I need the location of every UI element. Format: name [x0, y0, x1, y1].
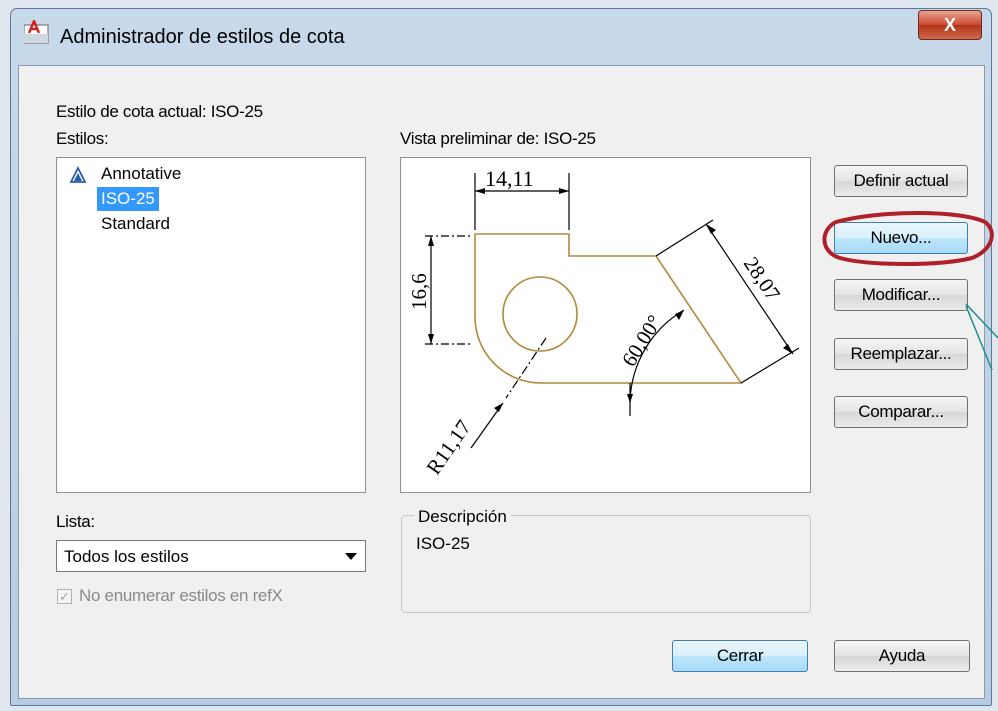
annotative-icon	[69, 166, 87, 183]
new-button[interactable]: Nuevo...	[834, 222, 968, 254]
current-style-label: Estilo de cota actual: ISO-25	[56, 102, 263, 121]
dim-angle-text: 60,00°	[617, 311, 667, 371]
list-filter-label: Lista:	[56, 512, 95, 531]
preview-panel: 14,11 16,6 28,07 60,00° R11,17	[400, 157, 811, 493]
set-current-button[interactable]: Definir actual	[834, 165, 968, 197]
dim-top-text: 14,11	[485, 166, 534, 191]
dim-radius-text: R11,17	[421, 416, 475, 479]
styles-listbox[interactable]: Annotative ISO-25 Standard	[56, 157, 366, 493]
exclude-xref-label: No enumerar estilos en refX	[79, 586, 283, 605]
help-button[interactable]: Ayuda	[834, 640, 970, 672]
dim-right-text: 28,07	[739, 252, 785, 305]
close-button[interactable]: Cerrar	[672, 640, 808, 672]
dimension-preview-drawing: 14,11 16,6 28,07 60,00° R11,17	[407, 166, 800, 479]
modify-button[interactable]: Modificar...	[834, 279, 968, 311]
preview-label: Vista preliminar de: ISO-25	[400, 129, 596, 148]
style-item-annotative[interactable]: Annotative	[97, 162, 185, 186]
compare-button[interactable]: Comparar...	[834, 396, 968, 428]
dim-left	[425, 235, 473, 345]
override-button[interactable]: Reemplazar...	[834, 338, 968, 370]
dropdown-arrow-icon	[345, 553, 357, 560]
exclude-xref-checkbox[interactable]: ✓	[57, 589, 72, 604]
list-filter-value: Todos los estilos	[64, 547, 189, 566]
style-item-iso-25[interactable]: ISO-25	[97, 187, 159, 211]
styles-label: Estilos:	[56, 129, 109, 148]
description-text: ISO-25	[416, 534, 470, 553]
close-window-button[interactable]: X	[918, 10, 982, 40]
part-hole	[502, 276, 578, 352]
description-group: Descripción ISO-25	[401, 507, 811, 613]
style-item-standard[interactable]: Standard	[97, 212, 174, 236]
dim-left-text: 16,6	[407, 273, 431, 310]
part-outline	[474, 233, 743, 384]
list-filter-select[interactable]: Todos los estilos	[56, 540, 366, 572]
autocad-app-icon	[24, 20, 49, 44]
dim-radius	[470, 337, 547, 449]
window-title: Administrador de estilos de cota	[60, 26, 345, 48]
dim-right	[655, 219, 800, 384]
description-legend: Descripción	[414, 507, 511, 527]
